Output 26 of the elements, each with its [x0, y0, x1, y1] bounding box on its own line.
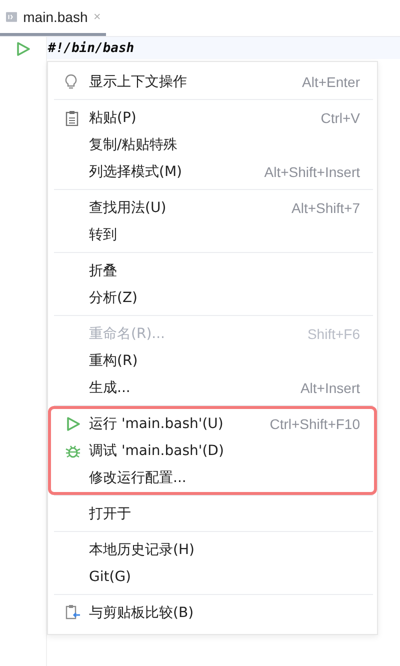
menu-item[interactable]: 修改运行配置...	[51, 464, 374, 491]
menu-item[interactable]: 调试 'main.bash'(D)	[51, 437, 374, 464]
menu-item[interactable]: 复制/粘贴特殊	[48, 131, 377, 158]
close-icon[interactable]	[94, 12, 100, 21]
menu-item[interactable]: 列选择模式(M) Alt+Shift+Insert	[48, 158, 377, 185]
menu-item[interactable]: 重构(R)	[48, 347, 377, 374]
clipboard-compare-icon	[65, 604, 81, 621]
lightbulb-icon	[65, 74, 77, 90]
menu-item[interactable]: 显示上下文操作 Alt+Enter	[48, 68, 377, 95]
menu-item[interactable]: 与剪贴板比较(B)	[48, 599, 377, 626]
menu-item[interactable]: 生成... Alt+Insert	[48, 374, 377, 401]
code-line: #!/bin/bash	[48, 40, 134, 56]
menu-item[interactable]: 查找用法(U) Alt+Shift+7	[48, 194, 377, 221]
run-icon	[65, 416, 81, 432]
menu-item[interactable]: 粘贴(P) Ctrl+V	[48, 104, 377, 131]
clipboard-icon	[65, 110, 79, 126]
menu-item[interactable]: 本地历史记录(H)	[48, 536, 377, 563]
run-gutter-icon[interactable]	[15, 41, 31, 57]
menu-item[interactable]: 转到	[48, 221, 377, 248]
menu-item[interactable]: 打开于	[48, 500, 377, 527]
menu-item[interactable]: 分析(Z)	[48, 284, 377, 311]
menu-item[interactable]: Git(G)	[48, 563, 377, 590]
tab-title: main.bash	[23, 8, 88, 24]
menu-item[interactable]: 折叠	[48, 257, 377, 284]
menu-item[interactable]: 运行 'main.bash'(U) Ctrl+Shift+F10	[51, 410, 374, 437]
file-icon	[6, 10, 18, 24]
